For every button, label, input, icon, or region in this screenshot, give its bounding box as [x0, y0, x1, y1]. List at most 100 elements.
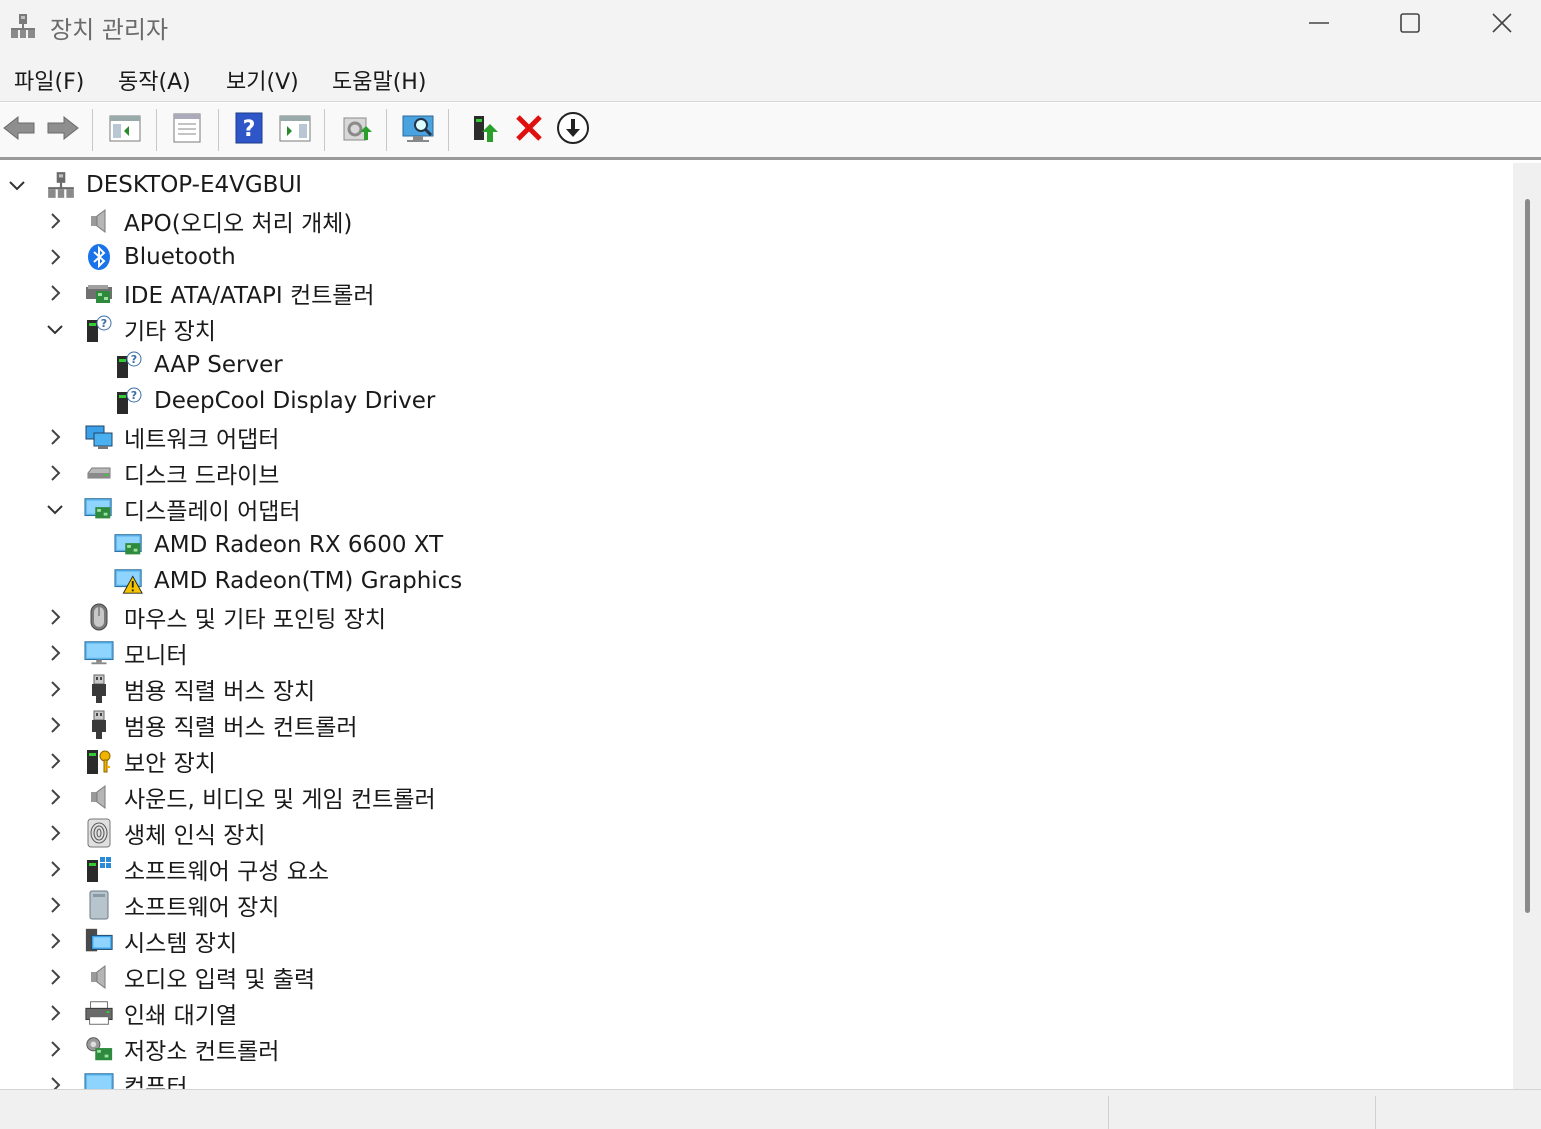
enable-device-button[interactable] [466, 111, 504, 149]
back-icon [2, 114, 36, 146]
tree-category[interactable]: 저장소 컨트롤러 [46, 1031, 279, 1067]
chevron-down-icon[interactable] [46, 320, 64, 338]
uninstall-device-button[interactable] [510, 111, 548, 149]
help-icon: ? [235, 112, 263, 148]
chevron-right-icon[interactable] [46, 752, 64, 770]
menu-view[interactable]: 보기(V) [224, 64, 301, 96]
tree-category-label: 인쇄 대기열 [124, 1003, 238, 1029]
chevron-right-icon[interactable] [46, 284, 64, 302]
tree-category[interactable]: Bluetooth [46, 239, 236, 275]
unknown-device-icon: ? [84, 314, 114, 344]
enable-device-icon [470, 112, 500, 148]
display-adapter-icon [84, 494, 114, 524]
monitor-icon [84, 638, 114, 668]
tree-root[interactable]: DESKTOP-E4VGBUI [8, 167, 302, 203]
chevron-down-icon[interactable] [46, 500, 64, 518]
tree-device[interactable]: ? AAP Server [114, 347, 283, 383]
action-pane-icon [279, 113, 311, 147]
tree-category[interactable]: 컴퓨터 [46, 1067, 187, 1089]
properties-button[interactable] [168, 111, 206, 149]
tree-category[interactable]: 인쇄 대기열 [46, 995, 237, 1031]
tree-category[interactable]: 시스템 장치 [46, 923, 237, 959]
system-device-icon [84, 926, 114, 956]
chevron-right-icon[interactable] [46, 716, 64, 734]
menu-file[interactable]: 파일(F) [12, 64, 86, 96]
speaker-icon [84, 206, 114, 236]
update-driver-icon [340, 112, 374, 148]
tree-category[interactable]: 마우스 및 기타 포인팅 장치 [46, 599, 386, 635]
tree-category[interactable]: ? 기타 장치 [46, 311, 216, 347]
minimize-button[interactable] [1273, 0, 1365, 50]
tree-category-label: 모니터 [124, 643, 188, 669]
device-manager-app-icon [9, 12, 37, 40]
unknown-device-icon: ? [114, 350, 144, 380]
properties-icon [172, 112, 202, 148]
tree-category[interactable]: IDE ATA/ATAPI 컨트롤러 [46, 275, 375, 311]
usb-icon [84, 710, 114, 740]
tree-category[interactable]: 오디오 입력 및 출력 [46, 959, 315, 995]
tree-device[interactable]: ? DeepCool Display Driver [114, 383, 435, 419]
chevron-right-icon[interactable] [46, 1040, 64, 1058]
update-driver-button[interactable] [338, 111, 376, 149]
tree-category[interactable]: 디스크 드라이브 [46, 455, 279, 491]
tree-category[interactable]: 디스플레이 어댑터 [46, 491, 301, 527]
vertical-scrollbar[interactable] [1513, 163, 1541, 1089]
tree-category-label: 보안 장치 [124, 751, 216, 777]
tree-device[interactable]: AMD Radeon(TM) Graphics [114, 563, 462, 599]
maximize-button[interactable] [1364, 0, 1456, 50]
close-button[interactable] [1456, 0, 1541, 50]
chevron-right-icon[interactable] [46, 860, 64, 878]
back-button[interactable] [0, 111, 38, 149]
chevron-right-icon[interactable] [46, 1004, 64, 1022]
tree-category[interactable]: 모니터 [46, 635, 187, 671]
menu-help[interactable]: 도움말(H) [330, 64, 428, 96]
chevron-right-icon[interactable] [46, 788, 64, 806]
chevron-right-icon[interactable] [46, 680, 64, 698]
tree-device-label: AMD Radeon(TM) Graphics [154, 568, 463, 594]
menu-action[interactable]: 동작(A) [116, 64, 193, 96]
tree-category[interactable]: 네트워크 어댑터 [46, 419, 279, 455]
tree-category-label: 생체 인식 장치 [124, 823, 266, 849]
tree-category-label: 네트워크 어댑터 [124, 427, 280, 453]
tree-category-label: 마우스 및 기타 포인팅 장치 [124, 607, 387, 633]
toolbar-separator [156, 109, 157, 151]
tree-category[interactable]: 범용 직렬 버스 장치 [46, 671, 315, 707]
chevron-down-icon[interactable] [8, 176, 26, 194]
chevron-right-icon[interactable] [46, 212, 64, 230]
tree-category[interactable]: 생체 인식 장치 [46, 815, 266, 851]
chevron-right-icon[interactable] [46, 248, 64, 266]
chevron-right-icon[interactable] [46, 824, 64, 842]
tree-category[interactable]: 소프트웨어 장치 [46, 887, 279, 923]
disk-drive-icon [84, 458, 114, 488]
chevron-right-icon[interactable] [46, 896, 64, 914]
disable-device-button[interactable] [554, 111, 592, 149]
tree-category[interactable]: APO(오디오 처리 개체) [46, 203, 352, 239]
forward-button[interactable] [44, 111, 82, 149]
chevron-right-icon[interactable] [46, 1076, 64, 1089]
tree-category[interactable]: 소프트웨어 구성 요소 [46, 851, 329, 887]
bluetooth-icon [84, 242, 114, 272]
toolbar: ? [0, 102, 1541, 160]
tree-device[interactable]: AMD Radeon RX 6600 XT [114, 527, 443, 563]
chevron-right-icon[interactable] [46, 464, 64, 482]
chevron-right-icon[interactable] [46, 644, 64, 662]
chevron-right-icon[interactable] [46, 428, 64, 446]
scan-hardware-button[interactable] [400, 111, 438, 149]
status-bar [0, 1089, 1541, 1129]
title-bar: 장치 관리자 [0, 0, 1541, 56]
tree-category-label: 디스플레이 어댑터 [124, 499, 301, 525]
chevron-right-icon[interactable] [46, 968, 64, 986]
tree-category[interactable]: 사운드, 비디오 및 게임 컨트롤러 [46, 779, 436, 815]
tree-root-label: DESKTOP-E4VGBUI [86, 172, 303, 198]
tree-category-label: 기타 장치 [124, 319, 216, 345]
action-pane-button[interactable] [276, 111, 314, 149]
tree-category[interactable]: 범용 직렬 버스 컨트롤러 [46, 707, 358, 743]
scrollbar-thumb[interactable] [1525, 199, 1530, 913]
chevron-right-icon[interactable] [46, 608, 64, 626]
show-hide-console-tree-button[interactable] [106, 111, 144, 149]
tree-category-label: 저장소 컨트롤러 [124, 1039, 280, 1065]
chevron-right-icon[interactable] [46, 932, 64, 950]
tree-category-label: 범용 직렬 버스 컨트롤러 [124, 715, 358, 741]
tree-category[interactable]: 보안 장치 [46, 743, 216, 779]
help-button[interactable]: ? [230, 111, 268, 149]
